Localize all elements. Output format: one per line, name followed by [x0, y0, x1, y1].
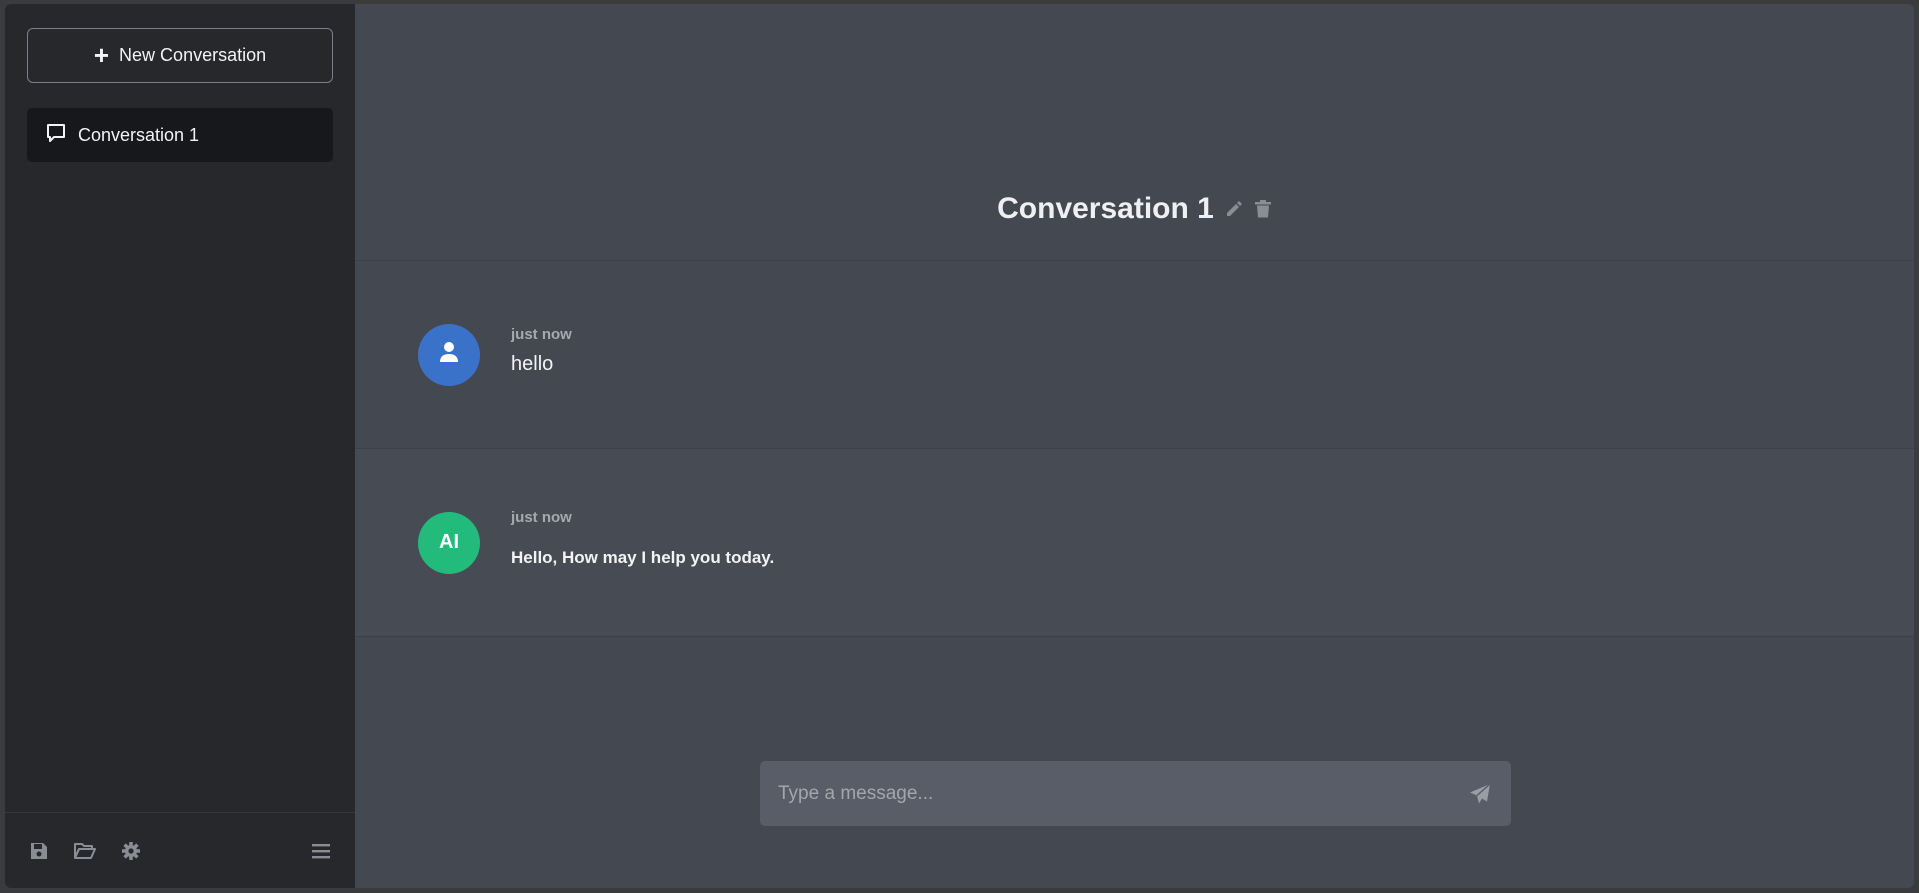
- message-composer: [760, 761, 1511, 826]
- user-icon: [439, 341, 459, 369]
- sidebar-footer: [5, 812, 355, 888]
- message-text: hello: [511, 352, 554, 375]
- new-conversation-label: New Conversation: [119, 45, 267, 65]
- trash-icon[interactable]: [1254, 199, 1272, 224]
- plus-icon: +: [93, 39, 110, 70]
- menu-icon[interactable]: [309, 839, 333, 863]
- message-ai: AI just now Hello, How may I help you to…: [355, 449, 1914, 637]
- avatar: AI: [418, 511, 480, 574]
- message-timestamp: just now: [511, 325, 572, 343]
- send-icon[interactable]: [1467, 781, 1493, 807]
- folder-open-icon[interactable]: [73, 839, 97, 863]
- chat-main: Conversation 1 just now hello AI just no…: [355, 4, 1914, 888]
- conversation-header: Conversation 1: [355, 4, 1914, 261]
- sidebar: + New Conversation Conversation 1: [5, 4, 355, 888]
- chat-bubble-icon: [46, 123, 66, 148]
- avatar: [418, 323, 480, 386]
- message-input[interactable]: [778, 782, 1467, 805]
- conversation-label: Conversation 1: [78, 124, 200, 145]
- pencil-icon[interactable]: [1224, 199, 1244, 224]
- new-conversation-button[interactable]: + New Conversation: [27, 28, 333, 83]
- sidebar-item-conversation-1[interactable]: Conversation 1: [27, 108, 333, 162]
- gear-icon[interactable]: [119, 839, 143, 863]
- page-title: Conversation 1: [997, 192, 1214, 225]
- message-user: just now hello: [355, 261, 1914, 449]
- message-text: Hello, How may I help you today.: [511, 548, 775, 567]
- app-window: + New Conversation Conversation 1 Conver…: [5, 4, 1914, 888]
- message-timestamp: just now: [511, 509, 572, 526]
- save-icon[interactable]: [27, 839, 51, 863]
